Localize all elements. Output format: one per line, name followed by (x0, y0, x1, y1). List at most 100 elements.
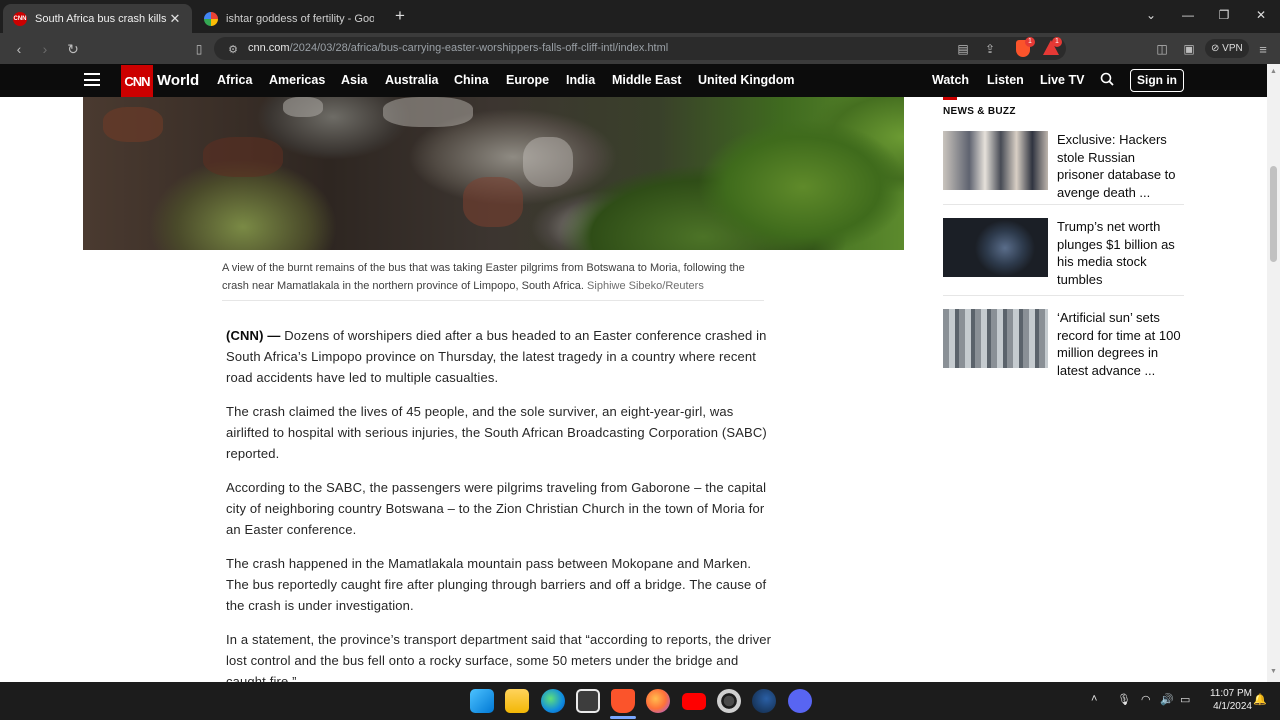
caption-divider (222, 300, 764, 301)
nav-link-live-tv[interactable]: Live TV (1040, 73, 1084, 87)
obs-studio-icon[interactable] (717, 689, 741, 713)
tab-google-search[interactable]: ishtar goddess of fertility - Google S (194, 4, 384, 33)
scroll-down-arrow-icon[interactable]: ▼ (1269, 668, 1278, 677)
scrollbar-thumb[interactable] (1270, 166, 1277, 262)
discord-icon[interactable] (788, 689, 812, 713)
close-window-button[interactable]: ✕ (1243, 0, 1279, 30)
url-domain: cnn.com (248, 42, 290, 54)
nav-link-africa[interactable]: Africa (217, 73, 252, 87)
reload-icon[interactable]: ↻ (62, 38, 84, 60)
back-arrow-icon[interactable]: ‹ (8, 38, 30, 60)
tab-strip: CNN South Africa bus crash kills 45 p ✕ … (0, 0, 1280, 33)
brave-icon[interactable] (611, 689, 635, 713)
new-tab-button[interactable]: + (390, 6, 410, 26)
image-detail (283, 97, 323, 117)
volume-icon[interactable]: 🔊 (1160, 693, 1174, 706)
sidebar-divider (943, 295, 1184, 296)
nav-link-china[interactable]: China (454, 73, 489, 87)
tab-cnn-article[interactable]: CNN South Africa bus crash kills 45 p ✕ (3, 4, 192, 33)
nav-link-americas[interactable]: Americas (269, 73, 325, 87)
sidebar-divider (943, 204, 1184, 205)
minimize-button[interactable]: — (1170, 0, 1206, 30)
vpn-label: VPN (1222, 43, 1243, 54)
edge-icon[interactable] (541, 689, 565, 713)
shields-count-badge: 1 (1025, 37, 1035, 47)
address-bar[interactable]: ⚙ cnn.com/2024/03/28/africa/bus-carrying… (214, 37, 1066, 60)
image-detail (203, 137, 283, 177)
image-caption: A view of the burnt remains of the bus t… (222, 259, 766, 295)
battery-icon[interactable]: ▭ (1180, 693, 1190, 706)
site-info-icon[interactable]: ⚙ (222, 38, 244, 60)
nav-link-australia[interactable]: Australia (385, 73, 439, 87)
share-icon[interactable]: ⇪ (979, 38, 1001, 60)
nav-link-middle-east[interactable]: Middle East (612, 73, 681, 87)
reader-mode-icon[interactable]: ▤ (952, 38, 974, 60)
close-tab-icon[interactable]: ✕ (168, 11, 182, 27)
wifi-icon[interactable]: ◠ (1141, 693, 1151, 706)
story-headline[interactable]: Trump’s net worth plunges $1 billion as … (1057, 218, 1185, 288)
browser-toolbar: ‹ › ↻ ▯ ⚙ cnn.com/2024/03/28/africa/bus-… (0, 33, 1280, 64)
dateline: (CNN) — (226, 328, 281, 343)
story-headline[interactable]: ‘Artificial sun’ sets record for time at… (1057, 309, 1185, 379)
search-icon[interactable] (1100, 72, 1114, 86)
section-title[interactable]: World (157, 72, 199, 89)
nav-link-europe[interactable]: Europe (506, 73, 549, 87)
cnn-logo[interactable]: CNN (121, 65, 153, 97)
maximize-button[interactable]: ❐ (1206, 0, 1242, 30)
google-favicon-icon (204, 11, 218, 26)
nav-link-india[interactable]: India (566, 73, 595, 87)
article-paragraph: According to the SABC, the passengers we… (226, 480, 767, 537)
active-app-indicator (610, 716, 636, 719)
youtube-icon[interactable] (682, 693, 706, 710)
wallet-icon[interactable]: ▣ (1178, 38, 1200, 60)
tab-search-chevron-icon[interactable]: ⌄ (1133, 0, 1169, 30)
image-detail (523, 137, 573, 187)
page-scrollbar[interactable]: ▲ ▼ (1267, 64, 1280, 682)
tray-overflow-icon[interactable]: ˄ (1091, 693, 1097, 705)
nav-link-asia[interactable]: Asia (341, 73, 367, 87)
paragraph-text: Dozens of worshipers died after a bus he… (226, 328, 767, 385)
vpn-button[interactable]: ⊘ VPN (1205, 39, 1249, 58)
article-paragraph: The crash happened in the Mamatlakala mo… (226, 556, 767, 613)
taskbar-clock[interactable]: 11:07 PM 4/1/2024 (1200, 687, 1252, 713)
nav-link-united-kingdom[interactable]: United Kingdom (698, 73, 795, 87)
nav-link-listen[interactable]: Listen (987, 73, 1024, 87)
url-path: /2024/03/28/africa/bus-carrying-easter-w… (289, 42, 669, 54)
microsoft-store-icon[interactable] (576, 689, 600, 713)
steam-icon[interactable] (752, 689, 776, 713)
firefox-icon[interactable] (646, 689, 670, 713)
image-detail (383, 97, 473, 127)
article-hero-image (83, 97, 904, 250)
image-detail (463, 177, 523, 227)
forward-arrow-icon[interactable]: › (34, 38, 56, 60)
rewards-count-badge: 1 (1052, 37, 1062, 47)
section-accent-rule (943, 97, 957, 100)
cnn-favicon-icon: CNN (13, 11, 27, 26)
story-thumbnail[interactable] (943, 131, 1048, 190)
sidebar-toggle-icon[interactable]: ◫ (1151, 38, 1173, 60)
notification-bell-icon[interactable]: 🔔 (1253, 693, 1267, 706)
story-thumbnail[interactable] (943, 218, 1048, 277)
tab-title: South Africa bus crash kills 45 p (35, 12, 168, 25)
file-explorer-icon[interactable] (505, 689, 529, 713)
nav-link-watch[interactable]: Watch (932, 73, 969, 87)
menu-icon[interactable]: ≡ (1252, 38, 1274, 60)
story-thumbnail[interactable] (943, 309, 1048, 368)
clock-time: 11:07 PM (1209, 688, 1252, 699)
clock-date: 4/1/2024 (1213, 701, 1252, 712)
photo-credit: Siphiwe Sibeko/Reuters (587, 280, 704, 292)
scroll-up-arrow-icon[interactable]: ▲ (1269, 68, 1278, 77)
bookmark-icon[interactable]: ▯ (188, 38, 210, 60)
hamburger-menu-icon[interactable] (84, 73, 100, 86)
microphone-icon[interactable]: 🎙 (1117, 693, 1131, 706)
windows-start-icon[interactable] (470, 689, 494, 713)
windows-taskbar: ˄ 🎙 ◠ 🔊 ▭ 11:07 PM 4/1/2024 🔔 (0, 682, 1280, 720)
story-headline[interactable]: Exclusive: Hackers stole Russian prisone… (1057, 131, 1185, 201)
tab-title: ishtar goddess of fertility - Google S (226, 12, 374, 25)
article-paragraph: (CNN) — Dozens of worshipers died after … (226, 325, 774, 388)
url-text[interactable]: cnn.com/2024/03/28/africa/bus-carrying-e… (248, 42, 668, 54)
sign-in-button[interactable]: Sign in (1130, 69, 1184, 92)
sidebar-title: NEWS & BUZZ (943, 106, 1016, 117)
image-detail (103, 107, 163, 142)
site-header: CNN World Africa Americas Asia Australia… (0, 64, 1267, 97)
